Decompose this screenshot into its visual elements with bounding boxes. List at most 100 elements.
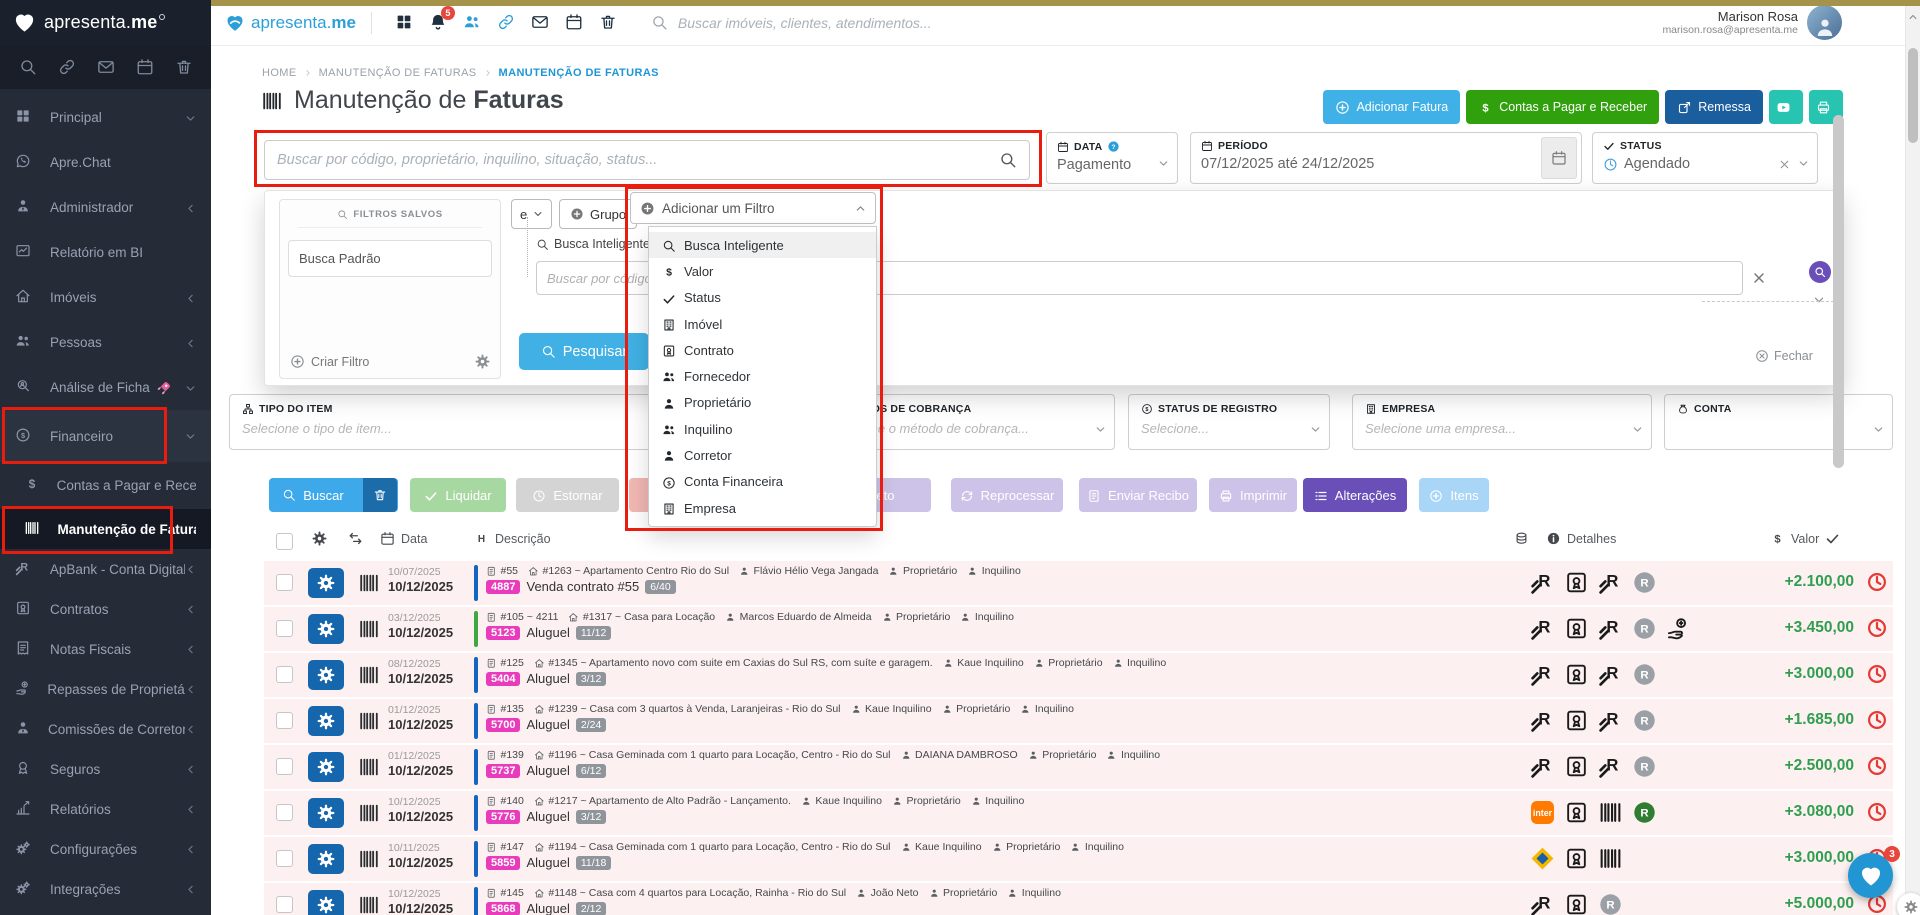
sidebar-item[interactable]: Manutenção de Faturas — [0, 509, 211, 549]
filter-option[interactable]: Fornecedor — [649, 363, 876, 389]
sidebar-item[interactable]: ApBank - Conta Digital — [0, 549, 211, 589]
scroll-up-icon[interactable] — [1908, 8, 1918, 26]
row-settings-button[interactable] — [308, 752, 344, 782]
column-valor[interactable]: Valor — [1770, 531, 1840, 546]
search-icon[interactable] — [999, 151, 1017, 169]
sidebar-item[interactable]: Administrador — [0, 185, 211, 230]
panel-scrollbar[interactable] — [1833, 115, 1844, 468]
pesquisar-button[interactable]: Pesquisar — [519, 333, 649, 370]
sidebar-item[interactable]: Análise de Ficha — [0, 365, 211, 410]
page-action-button[interactable]: Remessa — [1665, 90, 1763, 124]
sidebar-item[interactable]: Relatórios — [0, 789, 211, 829]
secondary-filter-box[interactable]: STATUS DE REGISTRO Selecione... — [1128, 394, 1330, 450]
bulk-action-button[interactable]: Liquidar — [410, 478, 506, 512]
browser-scrollbar[interactable] — [1905, 0, 1920, 915]
global-search-input[interactable] — [678, 15, 978, 31]
filter-option[interactable]: Conta Financeira — [649, 469, 876, 495]
filter-periodo[interactable]: PERÍODO 07/12/2025 até 24/12/2025 — [1190, 132, 1582, 184]
scheduled-clock-icon[interactable] — [1866, 801, 1888, 823]
sidebar-logo[interactable]: apresenta.me — [0, 0, 211, 45]
secondary-filter-box[interactable]: CONTA — [1664, 394, 1893, 450]
filter-option[interactable]: Corretor — [649, 442, 876, 468]
create-filter-button[interactable]: Criar Filtro — [290, 354, 369, 369]
table-row[interactable]: 01/12/2025 10/12/2025 #135#1239 ~ Casa c… — [264, 699, 1893, 743]
chevron-down-icon[interactable] — [1873, 421, 1884, 439]
scheduled-clock-icon[interactable] — [1866, 617, 1888, 639]
sidebar-item[interactable]: Comissões de Corretores — [0, 709, 211, 749]
add-group-button[interactable]: Grupo — [559, 199, 637, 229]
topbar-icon[interactable] — [531, 13, 549, 31]
sidebar-item[interactable]: Apre.Chat — [0, 140, 211, 185]
scheduled-clock-icon[interactable] — [1866, 755, 1888, 777]
global-search[interactable] — [651, 14, 978, 31]
secondary-filter-box[interactable]: EMPRESA Selecione uma empresa... — [1352, 394, 1652, 450]
row-checkbox[interactable] — [276, 666, 293, 683]
column-descricao[interactable]: Descrição — [474, 531, 551, 546]
breadcrumb-home[interactable]: HOME — [262, 67, 297, 79]
sidebar-item[interactable]: Configurações — [0, 829, 211, 869]
row-settings-button[interactable] — [308, 890, 344, 915]
table-row[interactable]: 03/12/2025 10/12/2025 #105 ~ 4211#1317 ~… — [264, 607, 1893, 651]
scheduled-clock-icon[interactable] — [1866, 571, 1888, 593]
row-checkbox[interactable] — [276, 574, 293, 591]
avatar[interactable] — [1807, 5, 1842, 40]
page-action-button[interactable] — [1769, 90, 1803, 124]
chevron-down-icon[interactable] — [1310, 421, 1321, 439]
invoice-search-box[interactable] — [264, 140, 1030, 180]
sidebar-quick-icon[interactable] — [175, 58, 193, 76]
filter-option[interactable]: Proprietário — [649, 390, 876, 416]
invoice-search-input[interactable] — [277, 152, 999, 168]
row-settings-button[interactable] — [308, 568, 344, 598]
sidebar-item[interactable]: Contas a Pagar e Receber — [0, 462, 211, 509]
table-row[interactable]: 01/12/2025 10/12/2025 #139#1196 ~ Casa G… — [264, 745, 1893, 789]
bulk-action-button[interactable]: Imprimir — [1209, 478, 1297, 512]
sidebar-item[interactable]: Notas Fiscais — [0, 629, 211, 669]
table-row[interactable]: 08/12/2025 10/12/2025 #125#1345 ~ Aparta… — [264, 653, 1893, 697]
periodo-calendar-button[interactable] — [1541, 137, 1577, 179]
topbar-logo[interactable]: apresenta.me — [225, 13, 356, 33]
saved-filter-item[interactable]: Busca Padrão — [288, 240, 492, 277]
row-checkbox[interactable] — [276, 620, 293, 637]
filter-status[interactable]: STATUS Agendado — [1592, 132, 1818, 184]
table-row[interactable]: 10/12/2025 10/12/2025 #140#1217 ~ Aparta… — [264, 791, 1893, 835]
settings-column-icon[interactable] — [312, 531, 327, 546]
clear-icon[interactable] — [1778, 156, 1791, 174]
barcode-icon[interactable] — [356, 664, 382, 686]
add-filter-input[interactable]: Adicionar um Filtro — [630, 192, 876, 224]
breadcrumb-parent[interactable]: MANUTENÇÃO DE FATURAS — [319, 67, 477, 79]
close-panel-button[interactable]: Fechar — [1755, 349, 1813, 363]
sidebar-item[interactable]: Principal — [0, 95, 211, 140]
chevron-down-icon[interactable] — [1798, 155, 1809, 173]
barcode-icon[interactable] — [356, 848, 382, 870]
clear-value-icon[interactable] — [1751, 269, 1767, 287]
filter-option[interactable]: Contrato — [649, 337, 876, 363]
column-data[interactable]: Data — [380, 531, 427, 546]
corner-widget-button[interactable] — [1897, 893, 1920, 915]
sidebar-item[interactable]: Contratos — [0, 589, 211, 629]
bulk-action-button[interactable]: Itens — [1419, 478, 1489, 512]
sidebar-item[interactable]: Financeiro — [0, 410, 211, 462]
topbar-icon[interactable] — [599, 13, 617, 31]
row-checkbox[interactable] — [276, 804, 293, 821]
page-action-button[interactable]: Contas a Pagar e Receber — [1466, 90, 1659, 124]
sidebar-quick-icon[interactable] — [97, 58, 115, 76]
sidebar-quick-icon[interactable] — [58, 58, 76, 76]
sidebar-item[interactable]: Relatório em BI — [0, 230, 211, 275]
topbar-icon[interactable] — [497, 13, 515, 31]
table-row[interactable]: 10/12/2025 10/12/2025 #145#1148 ~ Casa c… — [264, 883, 1893, 915]
barcode-icon[interactable] — [356, 710, 382, 732]
help-icon[interactable] — [1107, 140, 1120, 153]
column-detalhes[interactable]: Detalhes — [1546, 531, 1616, 546]
row-checkbox[interactable] — [276, 758, 293, 775]
barcode-icon[interactable] — [356, 894, 382, 915]
bulk-action-button[interactable]: Reprocessar — [951, 478, 1063, 512]
barcode-icon[interactable] — [356, 572, 382, 594]
swap-column-icon[interactable] — [348, 531, 363, 546]
page-action-button[interactable]: Adicionar Fatura — [1323, 90, 1460, 124]
sidebar-quick-icon[interactable] — [19, 58, 37, 76]
chevron-down-icon[interactable] — [1813, 291, 1825, 309]
user-menu[interactable]: Marison Rosa marison.rosa@apresenta.me — [1662, 5, 1842, 40]
buscar-button[interactable]: Buscar — [269, 478, 398, 512]
row-checkbox[interactable] — [276, 850, 293, 867]
barcode-icon[interactable] — [356, 618, 382, 640]
